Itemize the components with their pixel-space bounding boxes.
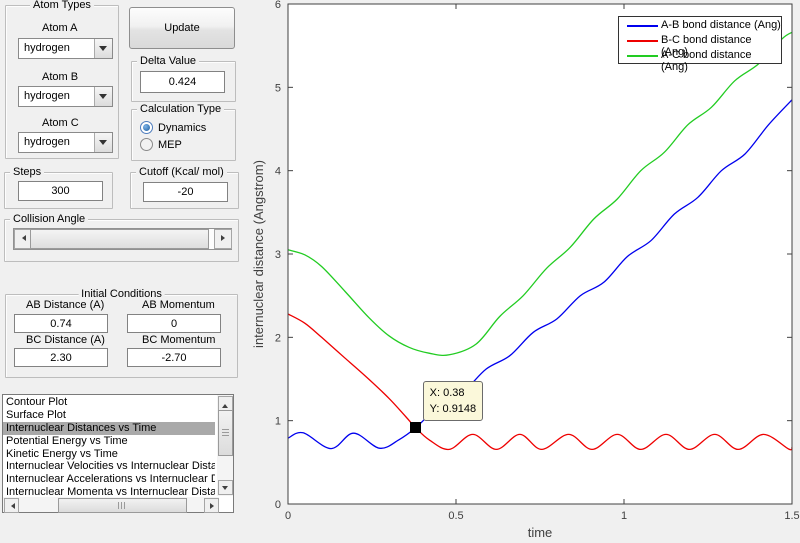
datatip[interactable]: X: 0.38 Y: 0.9148: [422, 380, 484, 421]
bc-distance-label: BC Distance (A): [26, 334, 105, 346]
application-window: 0 1 2 3 4 5 6 0 0.5 1 1.5 time internuclear distance…: [0, 0, 800, 543]
cutoff-field[interactable]: [143, 182, 228, 202]
legend-row: B-C bond distance (Ang): [619, 33, 781, 58]
dynamics-radio[interactable]: [140, 121, 153, 134]
atom-c-label: Atom C: [42, 117, 79, 129]
svg-text:3: 3: [275, 249, 281, 261]
ab-momentum-label: AB Momentum: [142, 299, 215, 311]
atom-a-label: Atom A: [42, 22, 78, 34]
svg-text:0.5: 0.5: [448, 510, 463, 522]
atom-c-dropdown[interactable]: hydrogen: [18, 132, 113, 153]
legend-line-sample: [627, 25, 658, 27]
svg-text:5: 5: [275, 82, 281, 94]
cutoff-title: Cutoff (Kcal/ mol): [136, 166, 227, 178]
steps-field[interactable]: [18, 181, 103, 201]
arrow-right-icon: [221, 235, 228, 241]
legend-row: A-B bond distance (Ang): [619, 18, 781, 33]
atom-types-title: Atom Types: [30, 0, 94, 11]
legend-line-sample: [627, 55, 658, 57]
svg-text:6: 6: [275, 0, 281, 11]
steps-panel: Steps: [4, 166, 113, 209]
legend-label: A-C bond distance (Ang): [661, 49, 752, 73]
calculation-type-panel: Calculation Type Dynamics MEP: [131, 103, 236, 161]
plot-axes: 0 1 2 3 4 5 6 0 0.5 1 1.5 time internuclear distance…: [251, 0, 800, 540]
atom-c-value: hydrogen: [24, 136, 70, 148]
svg-text:1: 1: [275, 416, 281, 428]
slider-right-arrow-button[interactable]: [214, 229, 232, 249]
mep-radio[interactable]: [140, 138, 153, 151]
svg-text:1: 1: [621, 510, 627, 522]
delta-value-field[interactable]: [140, 71, 225, 93]
datatip-x-value: X: 0.38: [429, 386, 465, 399]
svg-text:0: 0: [285, 510, 291, 522]
legend-label: A-B bond distance (Ang): [661, 19, 781, 31]
chevron-down-icon: [99, 140, 107, 149]
plot-legend[interactable]: A-B bond distance (Ang) B-C bond distanc…: [618, 16, 782, 73]
ab-distance-label: AB Distance (A): [26, 299, 105, 311]
atom-c-dropdown-button[interactable]: [94, 133, 112, 152]
bc-distance-field[interactable]: [14, 348, 108, 367]
initial-conditions-panel: Initial Conditions AB Distance (A) AB Mo…: [5, 288, 238, 378]
svg-text:0: 0: [275, 499, 281, 511]
chevron-down-icon: [99, 46, 107, 55]
delta-value-title: Delta Value: [137, 55, 200, 67]
dynamics-radio-label: Dynamics: [158, 122, 207, 134]
atom-b-value: hydrogen: [24, 90, 70, 102]
ab-distance-field[interactable]: [14, 314, 108, 333]
atom-b-dropdown[interactable]: hydrogen: [18, 86, 113, 107]
delta-value-panel: Delta Value: [131, 55, 236, 102]
steps-title: Steps: [10, 166, 45, 178]
bc-momentum-label: BC Momentum: [142, 334, 216, 346]
datatip-marker[interactable]: [410, 422, 422, 434]
legend-row: A-C bond distance (Ang): [619, 48, 781, 73]
svg-text:time: time: [528, 525, 553, 540]
atom-b-label: Atom B: [42, 71, 79, 83]
collision-angle-slider[interactable]: [13, 228, 232, 250]
atom-a-dropdown[interactable]: hydrogen: [18, 38, 113, 59]
calculation-type-title: Calculation Type: [137, 103, 225, 115]
atom-a-dropdown-button[interactable]: [94, 39, 112, 58]
chevron-down-icon: [99, 94, 107, 103]
svg-text:2: 2: [275, 332, 281, 344]
svg-text:4: 4: [275, 166, 281, 178]
mep-radio-label: MEP: [158, 139, 182, 151]
cutoff-panel: Cutoff (Kcal/ mol): [130, 166, 239, 209]
atom-a-value: hydrogen: [24, 42, 70, 54]
bc-momentum-field[interactable]: [127, 348, 221, 367]
svg-text:1.5: 1.5: [784, 510, 799, 522]
ab-momentum-field[interactable]: [127, 314, 221, 333]
collision-angle-panel: Collision Angle: [4, 213, 239, 262]
update-button[interactable]: Update: [129, 7, 235, 49]
datatip-y-value: Y: 0.9148: [429, 402, 477, 415]
collision-angle-title: Collision Angle: [10, 213, 89, 225]
legend-line-sample: [627, 40, 658, 42]
slider-thumb[interactable]: [30, 229, 209, 249]
arrow-left-icon: [19, 235, 26, 241]
atom-b-dropdown-button[interactable]: [94, 87, 112, 106]
atom-types-panel: Atom Types Atom A hydrogen Atom B hydrog…: [5, 0, 119, 159]
svg-text:internuclear distance (Angstro: internuclear distance (Angstrom): [251, 160, 266, 348]
